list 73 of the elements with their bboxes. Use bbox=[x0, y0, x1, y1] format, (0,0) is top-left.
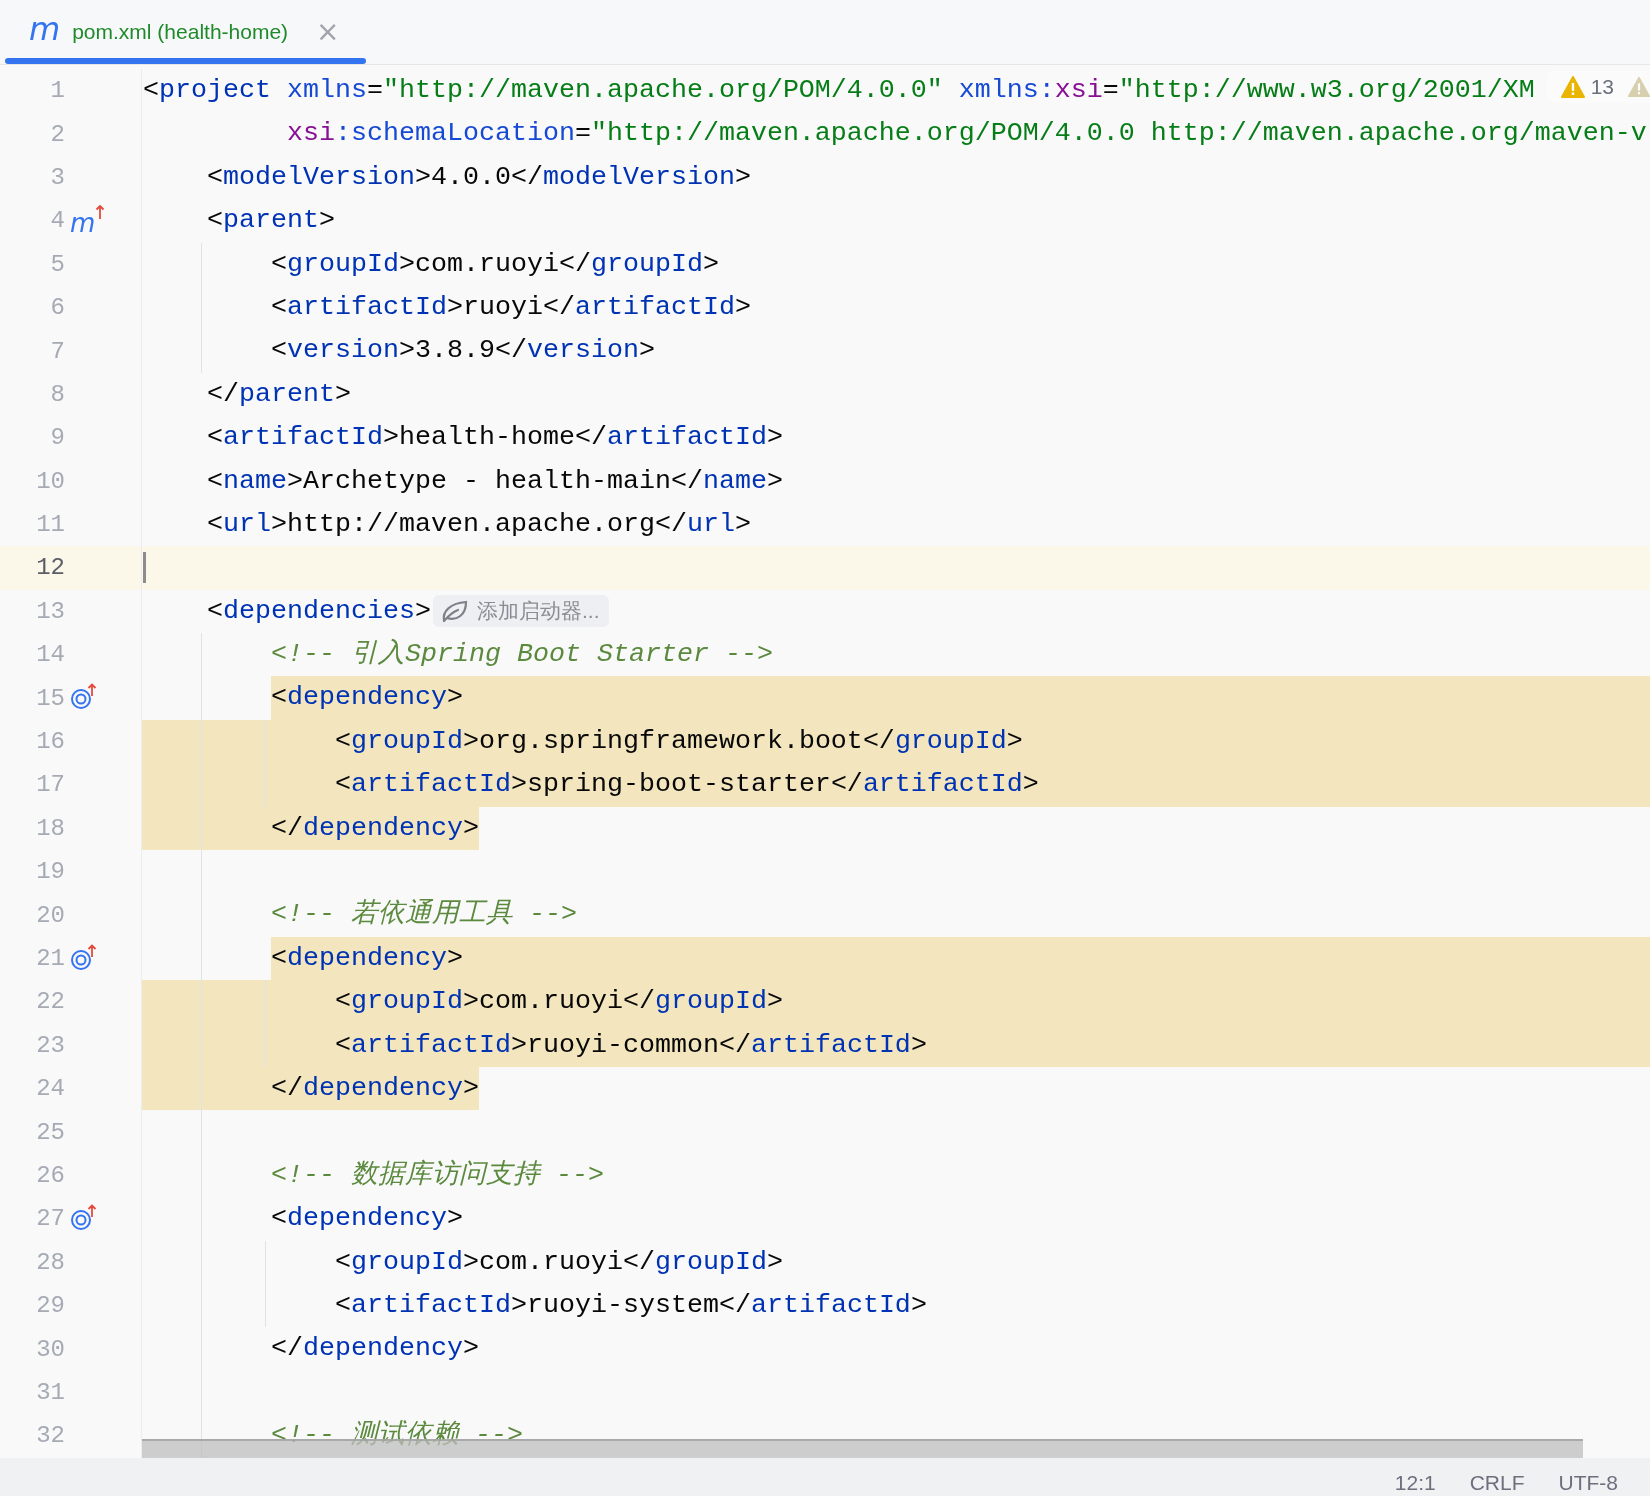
code-line: <!-- 测试依赖 --> bbox=[270, 1419, 523, 1453]
line-number: 23 bbox=[35, 1031, 65, 1059]
line-number: 25 bbox=[35, 1118, 65, 1146]
code-line: <groupId>com.ruoyi</groupId> bbox=[270, 247, 719, 281]
line-number: 3 bbox=[49, 163, 65, 191]
line-separator[interactable]: CRLF bbox=[1467, 1471, 1527, 1495]
line-number: 2 bbox=[49, 120, 65, 148]
line-number: 10 bbox=[35, 467, 65, 495]
code-line: <!-- 数据库访问支持 --> bbox=[270, 1158, 604, 1192]
file-tab[interactable]: m pom.xml (health-home) × bbox=[5, 0, 366, 64]
code-line: </parent> bbox=[206, 377, 351, 411]
file-encoding[interactable]: UTF-8 bbox=[1556, 1471, 1620, 1495]
line-number: 9 bbox=[49, 424, 65, 452]
code-line: <!-- 引入Spring Boot Starter --> bbox=[270, 638, 773, 672]
line-number: 21 bbox=[35, 945, 65, 972]
line-number: 17 bbox=[35, 771, 65, 799]
code-line: <parent> bbox=[206, 204, 335, 238]
code-line: <groupId>org.springframework.boot</groupId> bbox=[333, 724, 1023, 758]
leaf-icon bbox=[440, 598, 469, 623]
line-number: 6 bbox=[49, 294, 65, 322]
line-number: 11 bbox=[35, 511, 65, 539]
line-number: 27 bbox=[35, 1205, 65, 1233]
code-line: <dependency> bbox=[270, 681, 463, 715]
line-number: 24 bbox=[35, 1075, 65, 1103]
line-number: 29 bbox=[35, 1292, 65, 1320]
line-number: 26 bbox=[35, 1161, 65, 1189]
code-line: </dependency> bbox=[270, 1072, 479, 1105]
line-number: 16 bbox=[35, 728, 65, 756]
code-line: <url>http://maven.apache.org</url> bbox=[206, 507, 751, 541]
line-number: 7 bbox=[49, 337, 65, 365]
line-number: 15 bbox=[35, 684, 65, 712]
line-number: 32 bbox=[35, 1422, 65, 1450]
warning-icon bbox=[1560, 76, 1585, 98]
code-line: <artifactId>ruoyi</artifactId> bbox=[270, 290, 751, 324]
warning-badge[interactable]: 13 bbox=[1560, 75, 1614, 99]
code-line: <artifactId>ruoyi-common</artifactId> bbox=[333, 1028, 927, 1062]
line-number: 12 bbox=[35, 554, 65, 582]
code-line: <groupId>com.ruoyi</groupId> bbox=[333, 1245, 783, 1279]
code-line: <modelVersion>4.0.0</modelVersion> bbox=[206, 160, 751, 194]
line-number: 1 bbox=[49, 77, 65, 105]
code-line: </dependency> bbox=[270, 1332, 479, 1366]
add-starters-hint[interactable]: 添加启动器... bbox=[432, 594, 610, 627]
code-line: <dependency> bbox=[270, 1202, 463, 1236]
code-line: <groupId>com.ruoyi</groupId> bbox=[333, 985, 783, 1019]
line-number: 4 bbox=[49, 207, 65, 235]
line-number: 30 bbox=[35, 1335, 65, 1363]
code-line: <version>3.8.9</version> bbox=[270, 334, 655, 368]
line-number: 22 bbox=[35, 988, 65, 1016]
line-number: 14 bbox=[35, 641, 65, 669]
close-button[interactable]: × bbox=[312, 18, 344, 46]
line-number: 28 bbox=[35, 1248, 65, 1276]
file-type-icon: m bbox=[29, 13, 61, 45]
line-number: 31 bbox=[35, 1378, 65, 1406]
code-line: <artifactId>spring-boot-starter</artifactId> bbox=[333, 768, 1039, 802]
code-line: <project xmlns="http://maven.apache.org/POM/4.0.0" xmlns:xsi="http://www.w3.org/2001/XM bbox=[142, 74, 1535, 107]
line-number: 18 bbox=[35, 814, 65, 842]
code-line: <name>Archetype - health-main</name> bbox=[206, 464, 783, 498]
code-line: <dependency> bbox=[270, 941, 463, 975]
line-number: 19 bbox=[35, 858, 65, 886]
code-line: </dependency> bbox=[270, 811, 479, 845]
target-arrow-icon[interactable] bbox=[70, 1204, 98, 1233]
target-arrow-icon[interactable] bbox=[70, 943, 98, 972]
line-number: 5 bbox=[49, 250, 65, 278]
code-line: <dependencies> bbox=[206, 594, 431, 628]
caret-position[interactable]: 12:1 bbox=[1392, 1471, 1438, 1495]
line-number: 13 bbox=[35, 597, 65, 625]
code-line: <artifactId>health-home</artifactId> bbox=[206, 421, 783, 455]
line-number: 8 bbox=[49, 380, 65, 408]
code-line: <!-- 若依通用工具 --> bbox=[270, 898, 577, 932]
line-number: 20 bbox=[35, 901, 65, 929]
code-line: <artifactId>ruoyi-system</artifactId> bbox=[333, 1288, 927, 1322]
target-arrow-icon[interactable] bbox=[70, 683, 98, 712]
code-line: xsi:schemaLocation="http://maven.apache.org/POM/4.0.0 http://maven.apache.org/maven-v bbox=[285, 117, 1647, 151]
